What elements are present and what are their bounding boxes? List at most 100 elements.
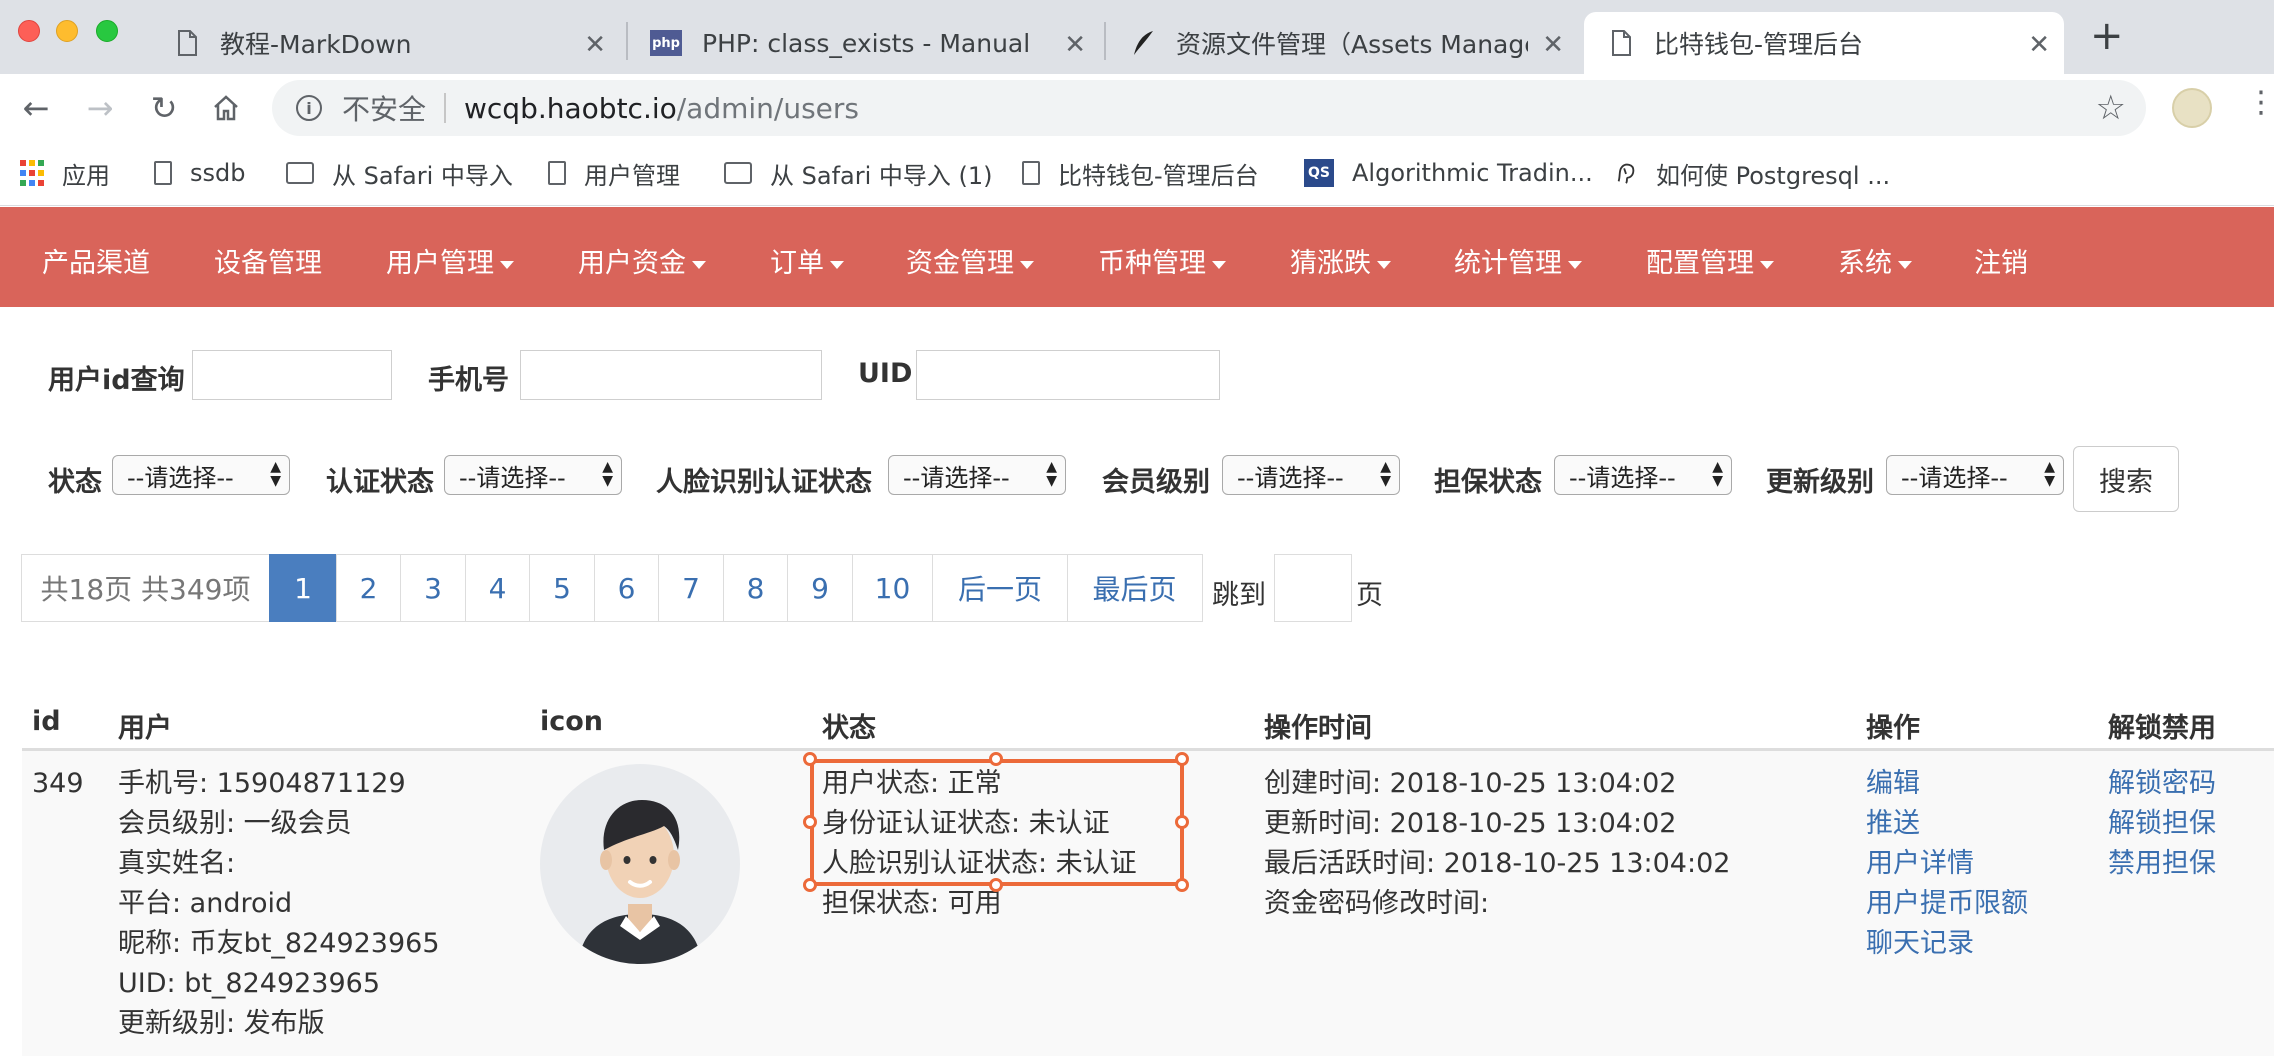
guarantee-status-filter-label: 担保状态 [1434,467,1542,498]
browser-tab[interactable]: 教程-MarkDown ✕ [150,12,620,74]
resize-handle[interactable] [803,878,817,892]
new-tab-icon[interactable]: + [2090,16,2124,56]
close-window-button[interactable] [18,20,40,42]
page-link[interactable]: 8 [722,554,789,622]
update-level-filter-label: 更新级别 [1766,467,1874,498]
caret-down-icon [500,260,514,269]
selection-rectangle[interactable] [810,759,1184,886]
pagination-summary: 共18页 共349项 [20,554,271,622]
bookmark-ssdb[interactable]: ssdb [154,156,245,190]
bookmark-postgresql[interactable]: 如何使 Postgresql ... [1614,156,1890,190]
nav-item-statistics[interactable]: 统计管理 [1454,241,1582,280]
nav-item-user-funds[interactable]: 用户资金 [578,241,706,280]
phone-label: 手机号 [428,365,509,396]
nav-item-fund-management[interactable]: 资金管理 [906,241,1034,280]
nav-item-guess-rise-fall[interactable]: 猜涨跌 [1290,241,1391,280]
bookmark-star-icon[interactable]: ☆ [2096,88,2126,128]
edit-link[interactable]: 编辑 [1866,764,2028,804]
user-real-name: 真实姓名: [118,848,236,879]
maximize-window-button[interactable] [96,20,118,42]
page-link[interactable]: 10 [851,554,934,622]
caret-down-icon [830,260,844,269]
user-id-input[interactable] [192,350,392,400]
nav-item-logout[interactable]: 注销 [1974,241,2028,280]
back-icon[interactable]: ← [14,86,58,130]
resize-handle[interactable] [1175,815,1189,829]
chat-history-link[interactable]: 聊天记录 [1866,924,2028,964]
resize-handle[interactable] [1175,878,1189,892]
uid-input[interactable] [916,350,1220,400]
select-arrows-icon: ▲ ▼ [2044,459,2055,489]
page-link[interactable]: 9 [787,554,853,622]
user-member-level: 会员级别: 一级会员 [118,808,352,839]
page-link[interactable]: 4 [464,554,531,622]
search-button[interactable]: 搜索 [2073,446,2179,512]
address-bar[interactable]: i 不安全 wcqb.haobtc.io/admin/users ☆ [272,80,2146,136]
caret-down-icon [1760,260,1774,269]
bookmark-user-management[interactable]: 用户管理 [548,156,680,190]
user-details-link[interactable]: 用户详情 [1866,844,2028,884]
tab-title: 比特钱包-管理后台 [1654,30,1864,59]
tab-divider [626,22,628,60]
withdraw-limit-link[interactable]: 用户提币限额 [1866,884,2028,924]
caret-down-icon [1898,260,1912,269]
resize-handle[interactable] [989,752,1003,766]
nav-item-currency-management[interactable]: 币种管理 [1098,241,1226,280]
member-level-select[interactable]: --请选择-- ▲ ▼ [1222,455,1400,495]
close-tab-icon[interactable]: ✕ [1064,32,1086,58]
page-link[interactable]: 5 [529,554,595,622]
resize-handle[interactable] [803,752,817,766]
bookmark-folder-safari[interactable]: 从 Safari 中导入 [286,156,513,190]
page-link[interactable]: 2 [335,554,402,622]
next-page-link[interactable]: 后一页 [932,554,1068,622]
page-link[interactable]: 6 [593,554,660,622]
user-phone: 手机号: 15904871129 [118,768,406,799]
face-auth-status-select[interactable]: --请选择-- ▲ ▼ [888,455,1066,495]
last-page-link[interactable]: 最后页 [1066,554,1203,622]
nav-item-user-management[interactable]: 用户管理 [386,241,514,280]
close-tab-icon[interactable]: ✕ [1542,32,1564,58]
last-active-time: 最后活跃时间: 2018-10-25 13:04:02 [1264,848,1731,879]
unlock-password-link[interactable]: 解锁密码 [2108,764,2216,804]
close-tab-icon[interactable]: ✕ [584,32,606,58]
bookmark-apps[interactable]: 应用 [20,156,110,190]
home-icon[interactable] [204,86,248,130]
page-link[interactable]: 7 [658,554,724,622]
status-select[interactable]: --请选择-- ▲ ▼ [112,455,290,495]
disable-guarantee-link[interactable]: 禁用担保 [2108,844,2216,884]
nav-item-product-channel[interactable]: 产品渠道 [42,241,150,280]
forward-icon[interactable]: → [78,86,122,130]
unlock-cell: 解锁密码 解锁担保 禁用担保 [2108,764,2216,884]
push-link[interactable]: 推送 [1866,804,2028,844]
reload-icon[interactable]: ↻ [142,86,186,130]
goto-page-input[interactable] [1274,554,1352,622]
nav-item-device-management[interactable]: 设备管理 [214,241,322,280]
guarantee-status-select[interactable]: --请选择-- ▲ ▼ [1554,455,1732,495]
update-level-select[interactable]: --请选择-- ▲ ▼ [1886,455,2064,495]
unlock-guarantee-link[interactable]: 解锁担保 [2108,804,2216,844]
info-icon[interactable]: i [296,95,322,121]
resize-handle[interactable] [989,878,1003,892]
browser-tab-active[interactable]: 比特钱包-管理后台 ✕ [1584,12,2064,74]
browser-tab[interactable]: 资源文件管理（Assets Manager ✕ [1108,12,1578,74]
bookmark-folder-safari-1[interactable]: 从 Safari 中导入 (1) [724,156,993,190]
bookmarks-bar: 应用 ssdb 从 Safari 中导入 用户管理 从 Safari 中导入 (… [0,142,2274,206]
caret-down-icon [1377,260,1391,269]
nav-item-config-management[interactable]: 配置管理 [1646,241,1774,280]
pagination: 共18页 共349项 1 2 3 4 5 6 7 8 9 10 后一页 最后页 [20,554,1203,622]
resize-handle[interactable] [1175,752,1189,766]
phone-input[interactable] [520,350,822,400]
profile-avatar-icon[interactable] [2172,88,2212,128]
bookmark-bitwallet-admin[interactable]: 比特钱包-管理后台 [1022,156,1259,190]
nav-item-orders[interactable]: 订单 [770,241,844,280]
minimize-window-button[interactable] [56,20,78,42]
page-link-current[interactable]: 1 [269,554,337,622]
close-tab-icon[interactable]: ✕ [2028,32,2050,58]
resize-handle[interactable] [803,815,817,829]
browser-tab[interactable]: php PHP: class_exists - Manual ✕ [630,12,1100,74]
menu-kebab-icon[interactable]: ⋮ [2246,88,2274,118]
bookmark-algorithmic-trading[interactable]: QS Algorithmic Tradin... [1304,156,1593,190]
nav-item-system[interactable]: 系统 [1838,241,1912,280]
auth-status-select[interactable]: --请选择-- ▲ ▼ [444,455,622,495]
page-link[interactable]: 3 [400,554,466,622]
